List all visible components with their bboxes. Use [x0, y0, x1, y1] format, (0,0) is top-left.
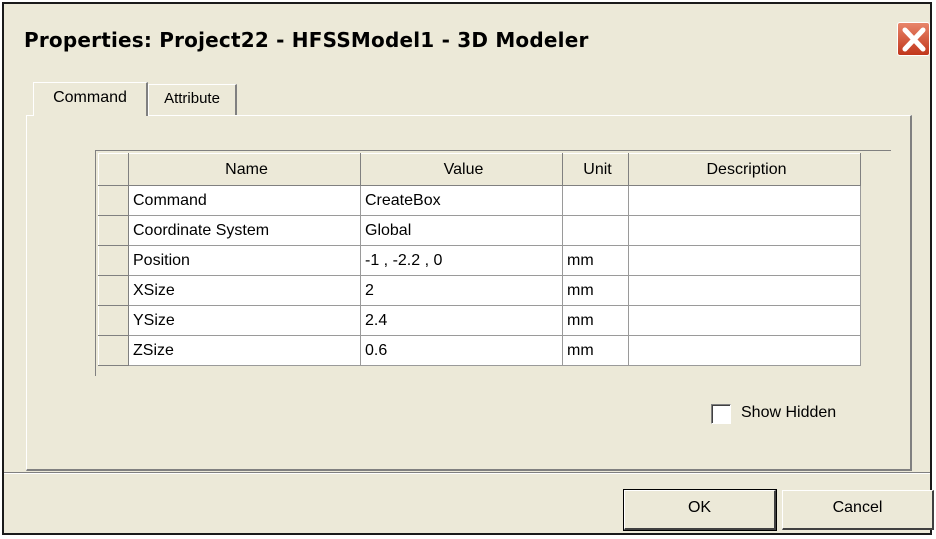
row-header[interactable]: [98, 215, 129, 246]
cell-name[interactable]: YSize: [128, 305, 361, 336]
cell-name[interactable]: Coordinate System: [128, 215, 361, 246]
column-header-unit[interactable]: Unit: [562, 153, 629, 186]
row-header[interactable]: [98, 305, 129, 336]
row-header[interactable]: [98, 275, 129, 306]
column-header-name[interactable]: Name: [128, 153, 361, 186]
properties-table: Name Value Unit Description Command Crea…: [98, 153, 861, 366]
cell-description[interactable]: [628, 185, 861, 216]
cell-description[interactable]: [628, 245, 861, 276]
tab-attribute-label: Attribute: [164, 90, 220, 107]
close-icon: [902, 27, 926, 52]
table-row: ZSize 0.6 mm: [98, 335, 861, 366]
cell-value[interactable]: 2.4: [360, 305, 563, 336]
row-header[interactable]: [98, 335, 129, 366]
table-header-row: Name Value Unit Description: [98, 153, 861, 186]
column-header-description[interactable]: Description: [628, 153, 861, 186]
cell-unit[interactable]: mm: [562, 335, 629, 366]
properties-dialog: Properties: Project22 - HFSSModel1 - 3D …: [2, 2, 934, 535]
tab-attribute[interactable]: Attribute: [148, 84, 237, 116]
cell-name[interactable]: Position: [128, 245, 361, 276]
cell-value[interactable]: Global: [360, 215, 563, 246]
cell-unit[interactable]: mm: [562, 275, 629, 306]
cell-name[interactable]: Command: [128, 185, 361, 216]
cell-unit[interactable]: [562, 215, 629, 246]
table-row: YSize 2.4 mm: [98, 305, 861, 336]
table-row: XSize 2 mm: [98, 275, 861, 306]
row-header-corner: [98, 153, 129, 186]
show-hidden-checkbox[interactable]: [711, 404, 731, 424]
cancel-button[interactable]: Cancel: [782, 490, 934, 530]
cell-unit[interactable]: mm: [562, 305, 629, 336]
row-header[interactable]: [98, 245, 129, 276]
cell-value[interactable]: 0.6: [360, 335, 563, 366]
cell-name[interactable]: ZSize: [128, 335, 361, 366]
cell-value[interactable]: -1 , -2.2 , 0: [360, 245, 563, 276]
row-header[interactable]: [98, 185, 129, 216]
cell-name[interactable]: XSize: [128, 275, 361, 306]
table-row: Coordinate System Global: [98, 215, 861, 246]
cell-value[interactable]: CreateBox: [360, 185, 563, 216]
cell-description[interactable]: [628, 275, 861, 306]
tab-command[interactable]: Command: [33, 82, 148, 116]
cell-description[interactable]: [628, 305, 861, 336]
cell-description[interactable]: [628, 335, 861, 366]
cell-unit[interactable]: mm: [562, 245, 629, 276]
cell-unit[interactable]: [562, 185, 629, 216]
close-button[interactable]: [897, 22, 930, 56]
cell-value[interactable]: 2: [360, 275, 563, 306]
cell-description[interactable]: [628, 215, 861, 246]
properties-grid: Name Value Unit Description Command Crea…: [95, 150, 891, 376]
column-header-value[interactable]: Value: [360, 153, 563, 186]
title-bar[interactable]: Properties: Project22 - HFSSModel1 - 3D …: [4, 4, 930, 82]
footer-divider: [4, 472, 930, 474]
ok-button[interactable]: OK: [623, 489, 777, 531]
table-row: Command CreateBox: [98, 185, 861, 216]
dialog-title: Properties: Project22 - HFSSModel1 - 3D …: [24, 28, 589, 52]
show-hidden-label[interactable]: Show Hidden: [741, 404, 836, 422]
command-panel: Name Value Unit Description Command Crea…: [26, 115, 912, 471]
table-row: Position -1 , -2.2 , 0 mm: [98, 245, 861, 276]
tab-command-label: Command: [53, 89, 127, 106]
